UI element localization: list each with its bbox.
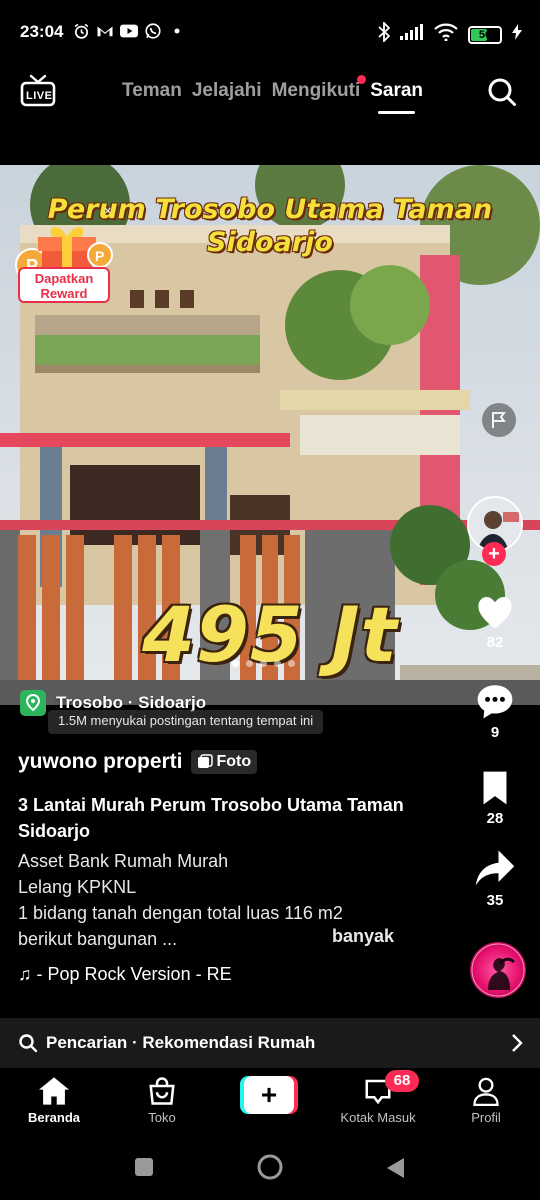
create-button[interactable]: + — [240, 1076, 298, 1114]
post-photo[interactable]: Perum Trosobo Utama Taman Sidoarjo 495 J… — [0, 165, 540, 705]
see-more-button[interactable]: banyak — [332, 926, 394, 947]
search-suggestion-bar[interactable]: Pencarian · Rekomendasi Rumah — [0, 1018, 540, 1068]
signal-icon — [400, 24, 424, 45]
carousel-dot — [288, 660, 295, 667]
description-line: 1 bidang tanah dengan total luas 116 m2 — [18, 903, 343, 923]
charging-icon — [512, 24, 522, 45]
description-line: Asset Bank Rumah Murah — [18, 851, 229, 871]
home-icon — [39, 1077, 69, 1105]
nav-profil[interactable]: Profil — [441, 1076, 531, 1125]
tab-teman[interactable]: Teman — [122, 80, 182, 102]
music-title: ♫ - Pop Rock Version - RE — [18, 964, 232, 984]
carousel-dot — [232, 660, 239, 667]
top-nav: LIVE Teman Jelajahi Mengikuti Saran — [0, 62, 540, 124]
post-title: 3 Lantai Murah Perum Trosobo Utama Taman… — [18, 795, 404, 841]
bluetooth-icon — [378, 20, 391, 47]
carousel-dot — [274, 660, 281, 667]
live-button[interactable]: LIVE — [20, 74, 56, 108]
more-dot-icon — [168, 22, 186, 40]
like-button[interactable]: 82 — [464, 594, 526, 651]
carousel-dot — [260, 660, 267, 667]
share-button[interactable]: 35 — [464, 848, 526, 909]
alarm-icon — [72, 22, 90, 40]
inbox-badge: 68 — [385, 1070, 419, 1092]
heart-icon — [478, 596, 512, 629]
reward-label[interactable]: Dapatkan Reward — [18, 267, 110, 303]
author-row: yuwono properti Foto — [18, 750, 258, 774]
like-count: 82 — [486, 634, 504, 651]
photo-badge-label: Foto — [216, 753, 252, 770]
nav-beranda-label: Beranda — [27, 1110, 81, 1125]
tab-mengikuti-label: Mengikuti — [271, 80, 361, 101]
photo-badge: Foto — [190, 750, 258, 774]
music-disc[interactable] — [470, 942, 526, 998]
create-plus-icon: + — [244, 1076, 294, 1114]
search-button[interactable] — [486, 76, 518, 108]
nav-toko-label: Toko — [148, 1110, 176, 1125]
whatsapp-icon — [144, 22, 162, 40]
description-line: Lelang KPKNL — [18, 877, 137, 897]
tab-mengikuti[interactable]: Mengikuti — [271, 75, 367, 102]
carousel-indicator — [232, 660, 295, 667]
wifi-icon — [434, 23, 458, 46]
bookmark-button[interactable]: 28 — [464, 770, 526, 827]
new-content-dot — [357, 75, 367, 84]
bookmark-icon — [483, 771, 507, 805]
live-label: LIVE — [26, 90, 53, 102]
suggestion-text: Pencarian · Rekomendasi Rumah — [46, 1033, 316, 1052]
system-nav-bar — [0, 1140, 540, 1200]
location-stats: 1.5M menyukai postingan tentang tempat i… — [48, 710, 324, 734]
comment-button[interactable]: 9 — [464, 682, 526, 741]
nav-profil-label: Profil — [471, 1110, 501, 1125]
reward-close-button[interactable]: × — [104, 203, 112, 218]
gmail-icon — [96, 22, 114, 40]
comment-count: 9 — [490, 724, 500, 741]
shopping-bag-icon — [149, 1077, 175, 1105]
status-time: 23:04 — [20, 22, 64, 41]
svg-text:P: P — [95, 248, 104, 264]
home-circle-icon[interactable] — [256, 1153, 284, 1181]
nav-beranda[interactable]: Beranda — [9, 1076, 99, 1125]
comment-icon — [477, 685, 513, 719]
music-disc-icon — [471, 943, 525, 997]
share-count: 35 — [486, 892, 504, 909]
chevron-right-icon — [512, 1034, 523, 1052]
bottom-tab-bar: Beranda Toko + 68 Kotak Masuk Profil — [0, 1068, 540, 1140]
bookmark-count: 28 — [486, 810, 504, 827]
profile-icon — [473, 1077, 499, 1106]
battery-icon: 56 — [468, 25, 502, 44]
status-bar: 23:04 56 — [0, 0, 540, 62]
location-pin-icon — [20, 690, 46, 716]
tab-saran[interactable]: Saran — [370, 80, 423, 114]
report-button[interactable] — [482, 403, 516, 437]
tab-jelajahi[interactable]: Jelajahi — [192, 80, 262, 102]
carousel-dot — [246, 660, 253, 667]
notification-icons — [72, 22, 186, 40]
battery-level: 56 — [478, 28, 492, 41]
search-icon — [488, 78, 516, 106]
search-icon — [19, 1034, 38, 1053]
back-icon[interactable] — [384, 1156, 406, 1180]
follow-button[interactable]: + — [482, 542, 506, 566]
photo-icon — [197, 754, 213, 768]
system-icons: 56 — [378, 20, 522, 47]
recents-icon[interactable] — [133, 1156, 155, 1178]
music-track[interactable]: ♫ - Pop Rock Version - RE — [18, 964, 268, 985]
youtube-icon — [120, 22, 138, 40]
share-icon — [475, 850, 515, 886]
feed-tabs: Teman Jelajahi Mengikuti Saran — [122, 75, 423, 114]
nav-kotak-masuk-label: Kotak Masuk — [340, 1110, 416, 1125]
flag-icon — [492, 412, 506, 428]
nav-toko[interactable]: Toko — [117, 1076, 207, 1125]
author-name[interactable]: yuwono properti — [18, 750, 183, 774]
nav-kotak-masuk[interactable]: 68 Kotak Masuk — [333, 1070, 423, 1125]
